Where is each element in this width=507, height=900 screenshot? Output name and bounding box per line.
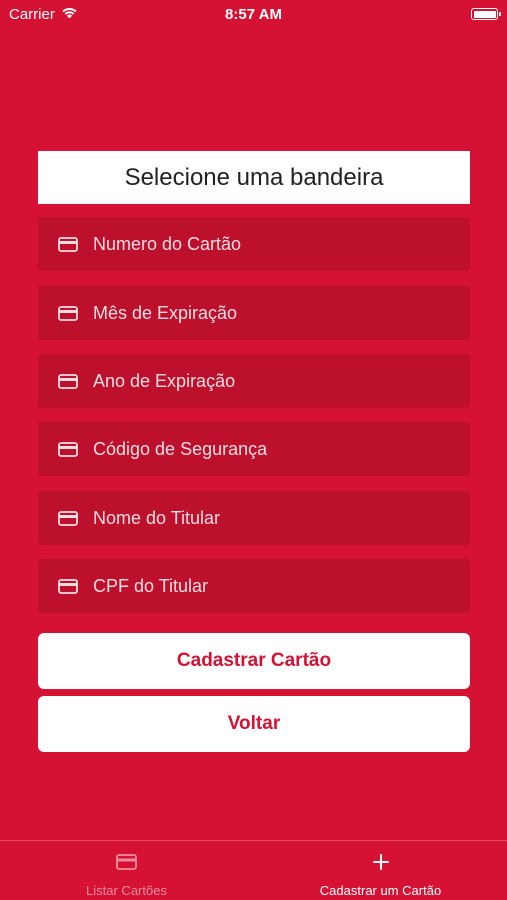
security-code-field[interactable]: Código de Segurança (38, 422, 470, 476)
register-card-button[interactable]: Cadastrar Cartão (38, 633, 470, 689)
brand-select[interactable]: Selecione uma bandeira (38, 151, 470, 204)
holder-name-field[interactable]: Nome do Titular (38, 491, 470, 545)
expiry-year-field[interactable]: Ano de Expiração (38, 354, 470, 408)
expiry-month-field[interactable]: Mês de Expiração (38, 286, 470, 340)
tab-label: Listar Cartões (86, 883, 167, 898)
credit-card-icon (58, 441, 78, 457)
credit-card-icon (58, 373, 78, 389)
holder-cpf-field[interactable]: CPF do Titular (38, 559, 470, 613)
tab-bar: Listar Cartões Cadastrar um Cartão (0, 840, 507, 900)
credit-card-icon (58, 236, 78, 252)
tab-list-cards[interactable]: Listar Cartões (0, 841, 253, 900)
credit-card-icon (116, 853, 138, 871)
status-bar: Carrier 8:57 AM (0, 0, 507, 28)
battery-icon (471, 8, 501, 20)
credit-card-icon (58, 578, 78, 594)
plus-icon (370, 853, 392, 871)
credit-card-icon (58, 510, 78, 526)
field-label: Ano de Expiração (93, 370, 236, 391)
status-time: 8:57 AM (225, 6, 282, 23)
field-label: Código de Segurança (93, 438, 268, 459)
tab-label: Cadastrar um Cartão (319, 883, 442, 898)
tab-register-card[interactable]: Cadastrar um Cartão (254, 841, 507, 900)
field-label: Numero do Cartão (93, 233, 242, 254)
field-label: CPF do Titular (93, 575, 209, 596)
back-button[interactable]: Voltar (38, 696, 470, 752)
field-label: Mês de Expiração (93, 302, 238, 323)
credit-card-icon (58, 305, 78, 321)
field-label: Nome do Titular (93, 507, 221, 528)
card-number-field[interactable]: Numero do Cartão (38, 217, 470, 271)
